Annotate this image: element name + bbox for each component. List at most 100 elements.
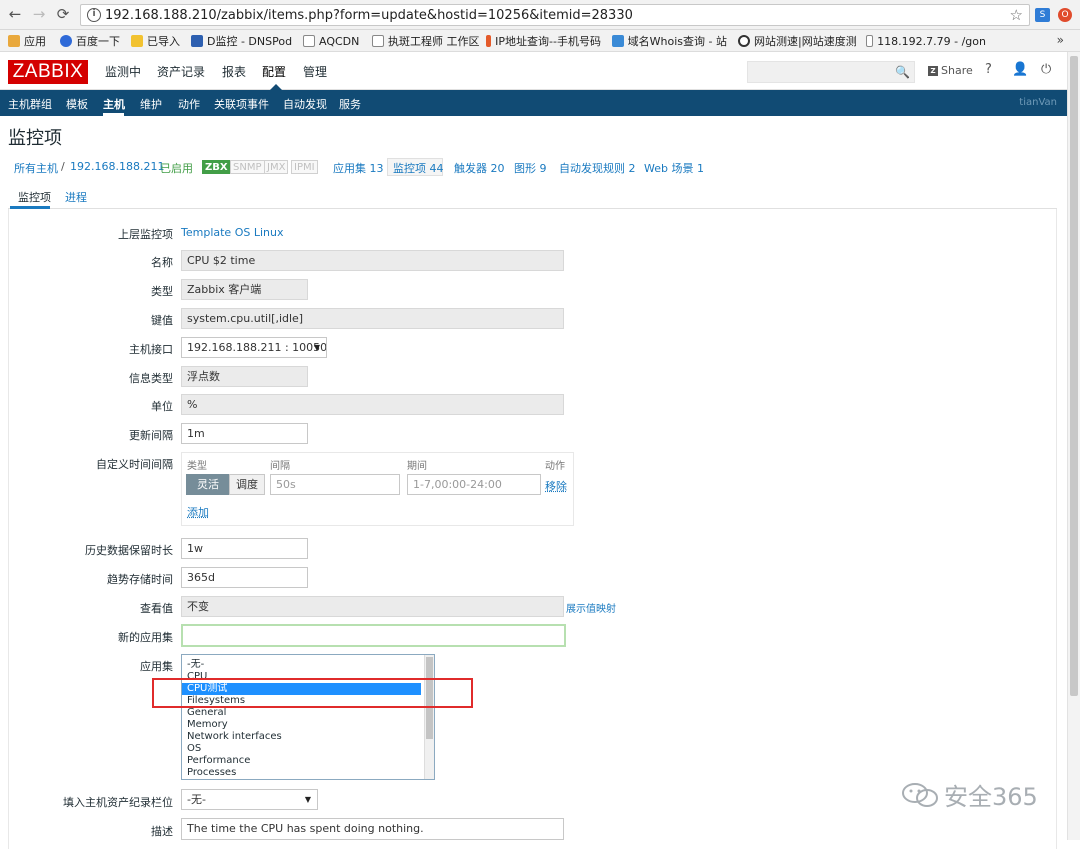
parent-template-link[interactable]: Template OS Linux: [181, 226, 283, 239]
custom-interval-input[interactable]: 50s: [270, 474, 400, 495]
application-option[interactable]: Performance: [182, 755, 434, 767]
bookmark-item[interactable]: 网站测速|网站速度测: [738, 34, 858, 48]
show-value-mappings-link[interactable]: 展示值映射: [566, 600, 616, 615]
ip-icon: [486, 35, 492, 47]
key-field[interactable]: system.cpu.util[,idle]: [181, 308, 564, 329]
key-label: 键值: [151, 314, 173, 327]
add-interval-button[interactable]: 添加: [187, 504, 209, 520]
breadcrumb-graphs[interactable]: 图形 9: [514, 160, 547, 176]
help-icon[interactable]: ?: [985, 62, 992, 77]
breadcrumb-web[interactable]: Web 场景 1: [644, 160, 704, 176]
scheduling-toggle[interactable]: 调度: [229, 474, 265, 495]
bookmark-item[interactable]: IP地址查询--手机号码: [486, 34, 601, 48]
value-map-label: 查看值: [140, 602, 173, 615]
name-field[interactable]: CPU $2 time: [181, 250, 564, 271]
host-status[interactable]: 已启用: [160, 160, 193, 176]
bookmark-item[interactable]: 执斑工程师 工作区: [372, 34, 480, 48]
new-application-input[interactable]: [181, 624, 566, 647]
tab-preprocessing[interactable]: 进程: [65, 189, 87, 205]
bookmark-apps[interactable]: 应用: [8, 34, 46, 48]
application-option[interactable]: -无-: [182, 659, 434, 671]
page-icon: [303, 35, 315, 47]
listbox-scrollbar[interactable]: [424, 655, 434, 779]
update-interval-label: 更新间隔: [129, 429, 173, 442]
reload-icon[interactable]: ⟳: [54, 4, 72, 24]
inventory-field-select[interactable]: -无-: [181, 789, 318, 810]
breadcrumb-all-hosts[interactable]: 所有主机: [14, 160, 58, 176]
bookmark-item[interactable]: 118.192.7.79 - /gon: [866, 34, 986, 48]
info-type-field[interactable]: 浮点数: [181, 366, 308, 387]
forward-icon[interactable]: →: [30, 4, 48, 24]
breadcrumb-triggers[interactable]: 触发器 20: [454, 160, 505, 176]
host-interface-select[interactable]: 192.168.188.211 : 10050: [181, 337, 327, 358]
dnspod-icon: [191, 35, 203, 47]
tab-item[interactable]: 监控项: [18, 189, 51, 205]
menu-monitoring[interactable]: 监测中: [105, 63, 141, 80]
bookmark-star-icon[interactable]: ☆: [1010, 6, 1023, 24]
breadcrumb-host[interactable]: 192.168.188.211: [70, 160, 164, 173]
address-bar[interactable]: i 192.168.188.210/zabbix/items.php?form=…: [80, 4, 1030, 26]
applications-listbox[interactable]: -无- CPU CPU测试 Filesystems General Memory…: [181, 654, 435, 780]
update-interval-input[interactable]: 1m: [181, 423, 308, 444]
zabbix-logo[interactable]: ZABBIX: [8, 60, 88, 84]
menu-reports[interactable]: 报表: [222, 63, 246, 80]
submenu-discovery[interactable]: 自动发现: [283, 96, 327, 112]
application-option[interactable]: General: [182, 707, 434, 719]
sub-navigation: 主机群组 模板 主机 维护 动作 关联项事件 自动发现 服务 tianVan: [0, 90, 1067, 116]
bookmark-item[interactable]: 百度一下: [60, 34, 120, 48]
application-option[interactable]: Memory: [182, 719, 434, 731]
breadcrumb-applications[interactable]: 应用集 13: [333, 160, 384, 176]
col-action-header: 动作: [545, 461, 565, 472]
extension-icon[interactable]: S: [1035, 8, 1050, 22]
apps-grid-icon: [8, 35, 20, 47]
bookmark-item[interactable]: 域名Whois查询 - 站: [612, 34, 727, 48]
host-interface-label: 主机接口: [129, 343, 173, 356]
active-submenu-underline: [103, 113, 124, 116]
menu-configuration[interactable]: 配置: [262, 63, 286, 80]
info-icon[interactable]: i: [87, 8, 101, 22]
application-option[interactable]: Network interfaces: [182, 731, 434, 743]
flexible-toggle[interactable]: 灵活: [186, 474, 230, 495]
type-field[interactable]: Zabbix 客户端: [181, 279, 308, 300]
extension-icon[interactable]: O: [1058, 8, 1072, 22]
breadcrumb-items[interactable]: 监控项 44: [393, 160, 444, 176]
submenu-maintenance[interactable]: 维护: [140, 96, 162, 112]
bookmark-item[interactable]: D监控 - DNSPod: [191, 34, 292, 48]
value-map-field[interactable]: 不变: [181, 596, 564, 617]
availability-snmp-badge: SNMP: [230, 160, 265, 174]
custom-intervals-table: 类型 间隔 期间 动作 灵活 调度 50s 1-7,00:00-24:00 移除…: [181, 452, 574, 526]
application-option[interactable]: Processes: [182, 767, 434, 779]
menu-inventory[interactable]: 资产记录: [157, 63, 205, 80]
bookmark-folder[interactable]: 已导入: [131, 34, 180, 48]
submenu-services[interactable]: 服务: [339, 96, 361, 112]
search-input[interactable]: 🔍: [747, 61, 915, 83]
units-label: 单位: [151, 400, 173, 413]
submenu-hosts[interactable]: 主机: [103, 96, 125, 112]
custom-period-input[interactable]: 1-7,00:00-24:00: [407, 474, 541, 495]
bookmark-item[interactable]: AQCDN: [303, 34, 359, 48]
application-option[interactable]: OS: [182, 743, 434, 755]
col-period-header: 期间: [407, 461, 427, 472]
item-form: [8, 209, 1057, 849]
submenu-event-correlation[interactable]: 关联项事件: [214, 96, 269, 112]
type-label: 类型: [151, 285, 173, 298]
history-input[interactable]: 1w: [181, 538, 308, 559]
submenu-templates[interactable]: 模板: [66, 96, 88, 112]
description-textarea[interactable]: The time the CPU has spent doing nothing…: [181, 818, 564, 840]
breadcrumb-discovery[interactable]: 自动发现规则 2: [559, 160, 636, 176]
units-field[interactable]: %: [181, 394, 564, 415]
remove-interval-button[interactable]: 移除: [545, 478, 567, 494]
trends-input[interactable]: 365d: [181, 567, 308, 588]
chevron-more-icon[interactable]: »: [1057, 33, 1064, 47]
back-icon[interactable]: ←: [6, 4, 24, 24]
share-button[interactable]: Z Share: [928, 64, 973, 77]
search-icon[interactable]: 🔍: [895, 65, 910, 79]
user-profile-icon[interactable]: 👤: [1012, 62, 1028, 77]
page-scrollbar[interactable]: [1067, 52, 1080, 840]
logout-icon[interactable]: ⏻: [1041, 62, 1051, 77]
submenu-host-groups[interactable]: 主机群组: [8, 96, 52, 112]
page-scroll-thumb[interactable]: [1070, 56, 1078, 696]
menu-administration[interactable]: 管理: [303, 63, 327, 80]
info-type-label: 信息类型: [129, 372, 173, 385]
submenu-actions[interactable]: 动作: [178, 96, 200, 112]
